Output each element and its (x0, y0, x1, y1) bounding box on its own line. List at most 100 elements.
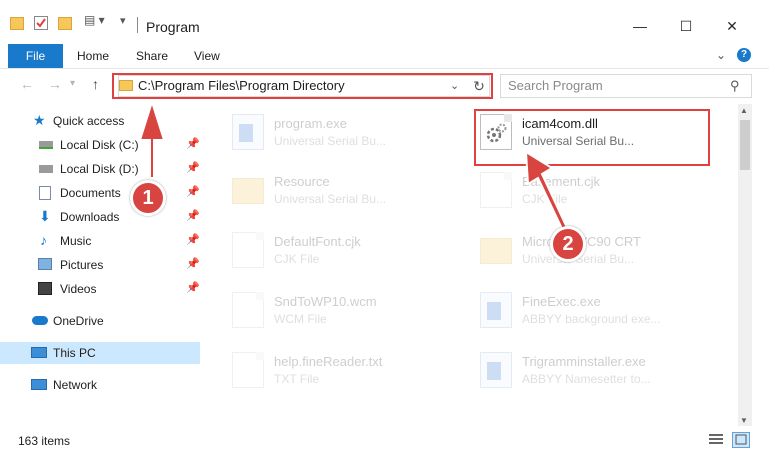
music-icon: ♪ (40, 232, 47, 248)
list-item[interactable]: DefaultFont.cjk CJK File (232, 230, 472, 272)
refresh-icon[interactable]: ↻ (469, 76, 489, 96)
tab-file[interactable]: File (8, 44, 63, 68)
recent-locations-icon[interactable]: ▾ (70, 78, 75, 89)
quick-access-dropdown-icon[interactable]: ▾ (120, 14, 126, 30)
close-icon: ✕ (726, 18, 738, 34)
file-name: FineExec.exe (522, 294, 601, 309)
maximize-button[interactable]: ☐ (663, 14, 709, 38)
network-icon (31, 379, 47, 390)
sidebar-item-label: Local Disk (D:) (60, 162, 139, 176)
sidebar-item-this-pc[interactable]: This PC (0, 342, 200, 364)
address-folder-icon (119, 80, 133, 91)
file-name: help.fineReader.txt (274, 354, 383, 369)
star-icon: ★ (33, 112, 46, 128)
pin-icon[interactable]: 📌 (186, 161, 200, 174)
customize-toolbar-icon[interactable]: ▤ ▾ (84, 13, 105, 29)
list-item[interactable]: Resource Universal Serial Bu... (232, 170, 472, 212)
sidebar-item-label: OneDrive (53, 314, 104, 328)
list-item[interactable]: FineExec.exe ABBYY background exe... (480, 290, 720, 332)
file-type: Universal Serial Bu... (274, 134, 387, 148)
pictures-icon (38, 258, 52, 270)
details-view-icon[interactable] (708, 432, 726, 448)
file-type: ABBYY Namesetter to... (522, 372, 651, 386)
sidebar-item-label: Quick access (53, 114, 125, 128)
forward-arrow-icon[interactable]: → (48, 76, 62, 92)
file-icon (232, 232, 264, 268)
up-arrow-icon[interactable]: ↑ (92, 76, 99, 92)
back-arrow-icon[interactable]: ← (20, 76, 34, 92)
address-path[interactable]: C:\Program Files\Program Directory (138, 78, 345, 93)
sidebar-item-label: Documents (60, 186, 121, 200)
file-name: Resource (274, 174, 330, 189)
list-item[interactable]: program.exe Universal Serial Bu... (232, 112, 472, 154)
file-type: TXT File (274, 372, 320, 386)
sidebar-item-label: Downloads (60, 210, 120, 224)
sidebar-item-network[interactable]: Network (0, 374, 200, 396)
search-input[interactable]: Search Program (508, 78, 603, 93)
item-count: 163 items (18, 434, 71, 448)
file-type: WCM File (274, 312, 327, 326)
folder-icon (480, 238, 512, 264)
file-name: SndToWP10.wcm (274, 294, 377, 309)
address-dropdown-icon[interactable]: ⌄ (450, 79, 459, 92)
sidebar-item-documents[interactable]: Documents 📌 (0, 182, 200, 204)
status-bar: 163 items (0, 428, 769, 452)
exe-icon (480, 352, 512, 388)
close-button[interactable]: ✕ (709, 14, 755, 38)
list-item[interactable]: Basement.cjk CJK File (480, 170, 720, 212)
ribbon-tabs: File Home Share View ⌄ ? (0, 42, 769, 68)
title-bar: ▤ ▾ ▾ Program — ☐ ✕ (0, 0, 769, 40)
pin-icon[interactable]: 📌 (186, 281, 200, 294)
help-icon[interactable]: ? (737, 48, 751, 62)
sidebar-item-label: Videos (60, 282, 97, 296)
navigation-pane: ★ Quick access Local Disk (C:) 📌 Local D… (0, 104, 204, 426)
minimize-icon: — (633, 18, 647, 34)
sidebar-item-pictures[interactable]: Pictures 📌 (0, 254, 200, 276)
pin-icon[interactable]: 📌 (186, 209, 200, 222)
videos-icon (38, 282, 52, 295)
minimize-button[interactable]: — (617, 14, 663, 38)
sidebar-item-local-disk-d[interactable]: Local Disk (D:) 📌 (0, 158, 200, 180)
computer-icon (31, 347, 47, 358)
drive-icon (39, 141, 53, 149)
file-icon (232, 292, 264, 328)
scroll-up-icon[interactable]: ▲ (740, 106, 748, 115)
sidebar-item-label: Pictures (60, 258, 104, 272)
download-icon: ⬇ (39, 208, 51, 224)
list-item[interactable]: Trigramminstaller.exe ABBYY Namesetter t… (480, 350, 720, 392)
tab-home[interactable]: Home (77, 44, 109, 68)
file-name: Trigramminstaller.exe (522, 354, 646, 369)
file-name: DefaultFont.cjk (274, 234, 361, 249)
search-icon[interactable]: ⚲ (730, 78, 740, 94)
properties-icon[interactable] (34, 16, 48, 30)
list-item[interactable]: help.fineReader.txt TXT File (232, 350, 472, 392)
tab-share[interactable]: Share (136, 44, 168, 68)
sidebar-item-music[interactable]: ♪ Music 📌 (0, 230, 200, 252)
file-name: program.exe (274, 116, 347, 131)
new-folder-icon[interactable] (58, 17, 72, 30)
file-icon (232, 352, 264, 388)
pin-icon[interactable]: 📌 (186, 233, 200, 246)
list-item[interactable]: SndToWP10.wcm WCM File (232, 290, 472, 332)
step-badge-1: 1 (130, 180, 166, 216)
folder-icon (10, 17, 24, 30)
pin-icon[interactable]: 📌 (186, 137, 200, 150)
sidebar-item-onedrive[interactable]: OneDrive (0, 310, 200, 332)
sidebar-item-local-disk-c[interactable]: Local Disk (C:) 📌 (0, 134, 200, 156)
sidebar-item-quick-access[interactable]: ★ Quick access (0, 110, 200, 132)
large-icons-view-icon[interactable] (732, 432, 750, 448)
sidebar-item-downloads[interactable]: ⬇ Downloads 📌 (0, 206, 200, 228)
pin-icon[interactable]: 📌 (186, 257, 200, 270)
pin-icon[interactable]: 📌 (186, 185, 200, 198)
file-type: CJK File (522, 192, 568, 206)
file-icon (480, 172, 512, 208)
scroll-down-icon[interactable]: ▼ (740, 416, 748, 425)
scroll-thumb[interactable] (740, 120, 750, 170)
sidebar-item-videos[interactable]: Videos 📌 (0, 278, 200, 300)
tab-view[interactable]: View (194, 44, 220, 68)
sidebar-item-label: Music (60, 234, 92, 248)
cloud-icon (32, 316, 48, 325)
list-item[interactable]: Microsoft VC90 CRT Universal Serial Bu..… (480, 230, 720, 272)
step-badge-2: 2 (550, 226, 586, 262)
expand-ribbon-icon[interactable]: ⌄ (716, 48, 726, 62)
